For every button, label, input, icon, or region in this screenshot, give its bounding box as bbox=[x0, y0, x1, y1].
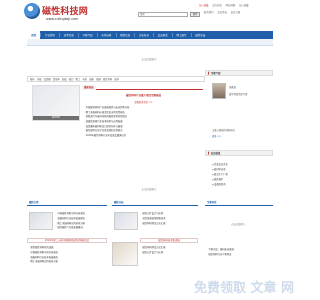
search-input[interactable]: 搜索 bbox=[138, 12, 188, 17]
section-analysis-header: 磁性分析 bbox=[112, 200, 198, 206]
logo-emblem-icon bbox=[24, 3, 40, 19]
tech-progress-banner[interactable]: 磁性材料技术新进展 bbox=[140, 238, 198, 243]
news-headline-more[interactable]: 查看更多资讯 >> bbox=[86, 100, 201, 104]
top-link-sitemap[interactable]: 网站地图 bbox=[226, 4, 236, 7]
bottom-analysis-list: 磁性材料测试方法汇编 磁性元件设计与应用 bbox=[141, 246, 198, 256]
section-experts-header: 专家风采 bbox=[205, 200, 273, 206]
sub-link-register[interactable]: 会员注册 bbox=[231, 11, 241, 14]
top-link-favorite[interactable]: 加入收藏 bbox=[199, 4, 209, 7]
section-experts-title[interactable]: 专家风采 bbox=[205, 200, 219, 206]
article-item[interactable]: 磁性器件产业链发展概况 bbox=[56, 226, 108, 231]
sidebar-members-header: ▌会员信息 bbox=[205, 150, 273, 156]
top-link-homepage[interactable]: 设为首页 bbox=[212, 4, 222, 7]
sidebar-list-item[interactable]: 设备制造商 bbox=[212, 182, 268, 187]
sidebar-expert-title: 专家介绍 bbox=[210, 72, 221, 75]
tag-link[interactable]: 稀土 bbox=[76, 78, 81, 81]
tag-link[interactable]: 磁环 bbox=[114, 78, 119, 81]
featured-image[interactable]: 磁性材料 bbox=[32, 85, 80, 121]
bottom-article-list: 新型磁性材料研究进展 中国磁性材料市场分析报告 软磁材料行业技术发展报告 稀土永… bbox=[29, 246, 107, 265]
header-mark-icon: ▌ bbox=[208, 72, 210, 75]
sub-nav-strip bbox=[27, 39, 273, 46]
top-links: 加入收藏 设为首页 网站地图 加入收藏 bbox=[199, 3, 252, 7]
expert-item[interactable]: 磁性材料行业人物风采 bbox=[207, 253, 271, 258]
tag-link[interactable]: 钕铁硼 bbox=[44, 78, 51, 81]
news-box-header: 最新动态 bbox=[82, 85, 203, 90]
article-list: 中国磁性材料市场分析报告 软磁材料行业技术发展报告 稀土永磁材料应用前景分析 磁… bbox=[56, 212, 108, 231]
section-articles-header: 磁性文章 bbox=[27, 200, 107, 206]
tag-link[interactable]: 软磁 bbox=[62, 78, 67, 81]
expert-desc-2: 主要从事磁性材料研究 bbox=[212, 129, 235, 132]
expert-more-link[interactable]: 更多 >> bbox=[212, 134, 221, 138]
analysis-list: 磁性元件设计与应用 高性能永磁体制备技术 磁性材料测试方法汇编 bbox=[141, 212, 198, 226]
banner-placeholder: 无法加载图片。 bbox=[141, 58, 159, 61]
nav-item-experts[interactable]: 专家介绍 bbox=[78, 31, 96, 39]
expert-photo[interactable] bbox=[212, 83, 226, 99]
nav-item-market[interactable]: 市场分析 bbox=[97, 31, 115, 39]
analysis-item[interactable]: 磁性材料测试方法汇编 bbox=[141, 222, 198, 227]
tab-latest-news[interactable]: 最新动态 bbox=[82, 85, 96, 90]
nav-item-tech[interactable]: 技术文章 bbox=[60, 31, 78, 39]
watermark: 免费领取 文章 网 bbox=[193, 281, 294, 296]
tag-link[interactable]: 磁芯 bbox=[69, 78, 74, 81]
featured-image-caption: 磁性材料 bbox=[33, 116, 79, 120]
main-nav: 首页 行业资讯 技术文章 专家介绍 市场分析 供求信息 企业名录 会员风采 网上… bbox=[27, 31, 273, 39]
tag-link[interactable]: 磁钢 bbox=[96, 78, 101, 81]
nav-item-supply[interactable]: 供求信息 bbox=[116, 31, 134, 39]
nav-item-news[interactable]: 行业资讯 bbox=[41, 31, 59, 39]
top-link-bookmark[interactable]: 加入收藏 bbox=[239, 4, 249, 7]
tag-link[interactable]: 磁粉 bbox=[89, 78, 94, 81]
nav-item-home[interactable]: 首页 bbox=[27, 31, 41, 39]
sidebar-members-title: 会员信息 bbox=[210, 152, 221, 155]
news-headline[interactable]: 磁性材料产业重大项目专题报道 bbox=[86, 94, 201, 97]
logo[interactable]: 磁性科技网 www.cixingkeji.com bbox=[24, 3, 96, 31]
analysis-thumbnail[interactable] bbox=[114, 212, 138, 230]
sidebar-list: 优质会员企业 磁材供应商 磁芯生产厂家 磁性器件 设备制造商 bbox=[212, 162, 268, 187]
expert-name[interactable]: 张教授 bbox=[229, 85, 236, 89]
experts-placeholder: 无法加载图片。 bbox=[230, 223, 248, 226]
tag-link[interactable]: 磁性材料 bbox=[103, 78, 112, 81]
analysis-image[interactable] bbox=[112, 242, 138, 266]
tag-bar: 磁材 永磁 钕铁硼 铁氧体 软磁 磁芯 稀土 电机 磁粉 磁钢 磁性材料 磁环 bbox=[27, 76, 205, 82]
sidebar-expert-header: ▌专家介绍 bbox=[205, 70, 273, 76]
expert-desc: 磁学领域资深专家 bbox=[229, 93, 248, 96]
news-item[interactable]: 2016年磁性材料行业年度盛会圆满召开 bbox=[84, 134, 202, 139]
news-list: 中国磁性材料产业发展现状与未来趋势分析 稀土永磁材料价格走势及市场供需报告 新能… bbox=[84, 106, 202, 139]
sub-links: 联系我们 会员登录 会员注册 bbox=[204, 10, 243, 14]
logo-url: www.cixingkeji.com bbox=[46, 17, 79, 21]
section-analysis-title[interactable]: 磁性分析 bbox=[112, 200, 126, 206]
nav-item-exhibition[interactable]: 网上展厅 bbox=[172, 31, 190, 39]
nav-item-members[interactable]: 会员风采 bbox=[153, 31, 171, 39]
header-mark-icon: ▌ bbox=[208, 152, 210, 155]
tag-link[interactable]: 永磁 bbox=[37, 78, 42, 81]
nav-item-directory[interactable]: 企业名录 bbox=[135, 31, 153, 39]
expert-interview-list: 专家访谈：磁材未来发展 磁性材料行业人物风采 bbox=[207, 248, 271, 258]
logo-title: 磁性科技网 bbox=[42, 7, 89, 17]
article-item[interactable]: 稀土永磁材料应用前景分析 bbox=[29, 260, 107, 265]
banner-placeholder: 无法加载图片。 bbox=[141, 188, 159, 191]
tag-link[interactable]: 磁材 bbox=[30, 78, 35, 81]
search-button[interactable]: 搜索 bbox=[190, 12, 200, 17]
nav-item-forum[interactable]: 磁性论坛 bbox=[191, 31, 209, 39]
sub-link-contact[interactable]: 联系我们 bbox=[204, 11, 214, 14]
analysis-item[interactable]: 磁性元件设计与应用 bbox=[141, 251, 198, 256]
sub-link-login[interactable]: 会员登录 bbox=[217, 11, 227, 14]
tag-link[interactable]: 电机 bbox=[83, 78, 88, 81]
section-articles-title[interactable]: 磁性文章 bbox=[27, 200, 41, 206]
exhibition-banner[interactable]: 2016年第二十届中国国际磁性材料展览会 bbox=[27, 238, 107, 243]
article-thumbnail[interactable] bbox=[29, 212, 53, 230]
sidebar: ▌专家介绍 bbox=[205, 70, 273, 76]
tag-link[interactable]: 铁氧体 bbox=[53, 78, 60, 81]
